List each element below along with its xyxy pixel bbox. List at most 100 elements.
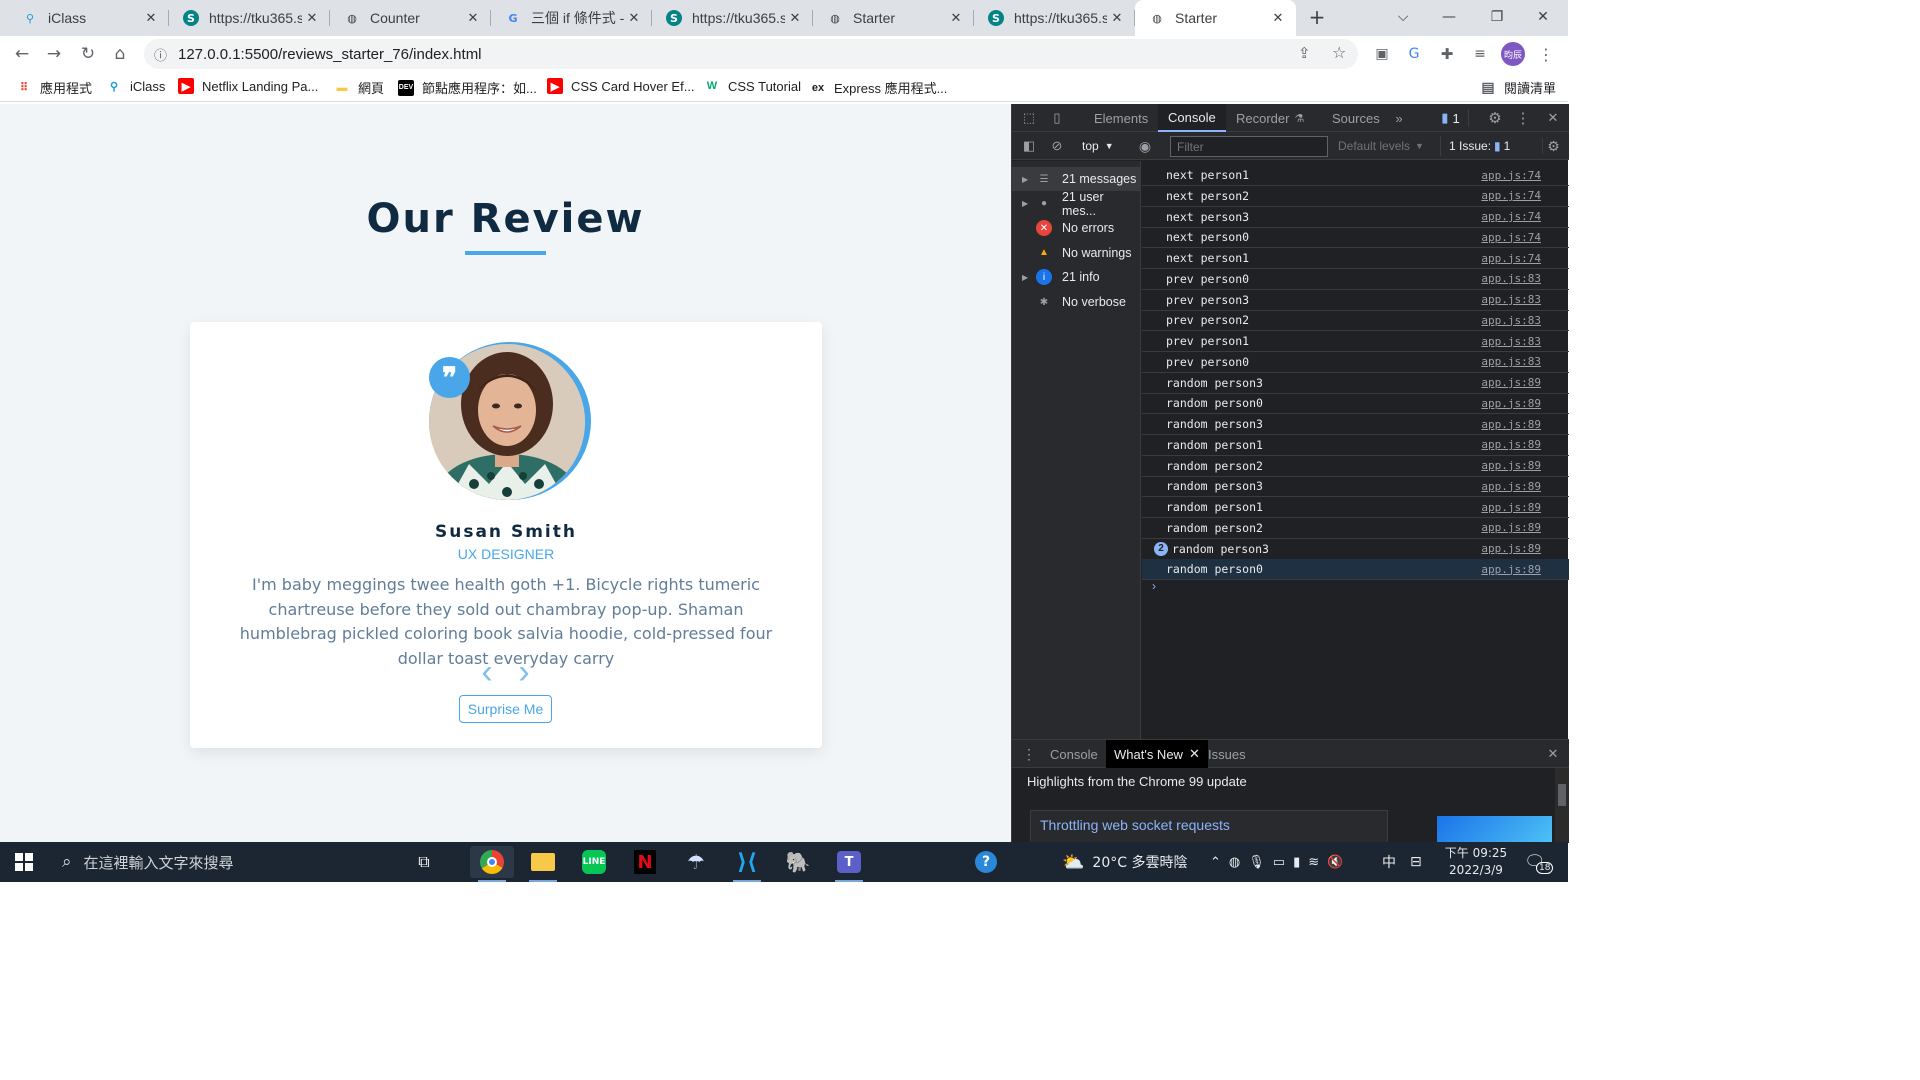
- browser-tab[interactable]: Shttps://tku365.sh ✕: [169, 0, 330, 36]
- issues-counter[interactable]: 1 Issue: ▮ 1: [1440, 136, 1510, 156]
- system-tray-icons[interactable]: ⌃ ◍ 🎙 ▭ ▮ ≋ 🔇: [1210, 842, 1351, 882]
- settings-gear-icon[interactable]: ⚙: [1486, 110, 1504, 127]
- console-message[interactable]: prev person0 app.js:83: [1142, 352, 1569, 373]
- browser-tab[interactable]: ◍ Starter ✕: [813, 0, 974, 36]
- drawer-tab-whats-new[interactable]: What's New ✕: [1106, 740, 1208, 768]
- console-message[interactable]: random person1 app.js:89: [1142, 497, 1569, 518]
- new-tab-button[interactable]: +: [1294, 0, 1340, 34]
- help-icon[interactable]: ?: [964, 846, 1008, 878]
- reading-list-button[interactable]: ▤ 閱讀清單: [1480, 78, 1556, 97]
- ime-indicator[interactable]: 中: [1382, 842, 1396, 882]
- console-sidebar-item[interactable]: ✱ No verbose: [1012, 290, 1141, 314]
- source-link[interactable]: app.js:74: [1481, 252, 1541, 265]
- source-link[interactable]: app.js:74: [1481, 189, 1541, 202]
- console-message[interactable]: random person2 app.js:89: [1142, 518, 1569, 539]
- browser-tab[interactable]: ◍ Counter ✕: [330, 0, 491, 36]
- console-message[interactable]: next person0 app.js:74: [1142, 227, 1569, 249]
- source-link[interactable]: app.js:89: [1481, 521, 1541, 534]
- source-link[interactable]: app.js:89: [1481, 480, 1541, 493]
- source-link[interactable]: app.js:89: [1481, 563, 1541, 576]
- bookmark-item[interactable]: W CSS Tutorial: [704, 78, 801, 94]
- task-view-icon[interactable]: ⧉: [402, 846, 446, 878]
- source-link[interactable]: app.js:83: [1481, 335, 1541, 348]
- drawer-tab-console[interactable]: Console: [1042, 740, 1106, 768]
- bookmark-item[interactable]: ⚲ iClass: [106, 78, 165, 94]
- translate-icon[interactable]: G: [1400, 40, 1428, 68]
- microphone-icon[interactable]: 🎙: [1248, 855, 1273, 870]
- surprise-me-button[interactable]: Surprise Me: [459, 695, 552, 723]
- devtools-tab-sources[interactable]: Sources: [1322, 104, 1390, 132]
- bookmark-item[interactable]: ▶ CSS Card Hover Ef...: [547, 78, 695, 94]
- source-link[interactable]: app.js:89: [1481, 376, 1541, 389]
- extensions-puzzle-icon[interactable]: ✚: [1433, 40, 1461, 68]
- console-message[interactable]: prev person1 app.js:83: [1142, 331, 1569, 352]
- bookmark-item[interactable]: ex Express 應用程式...: [810, 78, 948, 97]
- notifications-button[interactable]: 🗨 18: [1524, 842, 1554, 882]
- devtools-tab-elements[interactable]: Elements: [1084, 104, 1158, 132]
- chrome-taskbar-icon[interactable]: [470, 846, 514, 882]
- postgresql-icon[interactable]: 🐘: [776, 846, 820, 878]
- drawer-menu-icon[interactable]: ⋮: [1022, 746, 1036, 762]
- profile-avatar[interactable]: 昀辰: [1499, 40, 1527, 68]
- browser-tab[interactable]: G 三個 if 條件式 - G✕: [491, 0, 652, 36]
- bookmark-item[interactable]: ⠿ 應用程式: [16, 78, 92, 97]
- source-link[interactable]: app.js:89: [1481, 459, 1541, 472]
- source-link[interactable]: app.js:83: [1481, 293, 1541, 306]
- next-button[interactable]: ›: [513, 655, 535, 689]
- wifi-icon[interactable]: ≋: [1308, 855, 1327, 870]
- devtools-tab-console[interactable]: Console: [1158, 104, 1226, 132]
- file-explorer-icon[interactable]: [521, 846, 565, 882]
- close-tab-icon[interactable]: ✕: [624, 11, 644, 26]
- volume-muted-icon[interactable]: 🔇: [1327, 855, 1351, 870]
- context-selector[interactable]: top ▼: [1082, 138, 1114, 154]
- restore-button[interactable]: ❐: [1474, 0, 1520, 34]
- browser-tab[interactable]: Shttps://tku365.sh ✕: [652, 0, 813, 36]
- teams-icon[interactable]: T: [827, 846, 871, 882]
- devtools-menu-icon[interactable]: ⋮: [1514, 110, 1532, 127]
- vscode-icon[interactable]: ⟩⟨: [725, 846, 769, 882]
- bookmark-star-icon[interactable]: ☆: [1332, 43, 1346, 62]
- close-tab-icon[interactable]: ✕: [302, 11, 322, 26]
- console-message[interactable]: next person3 app.js:74: [1142, 207, 1569, 228]
- display-icon[interactable]: ▭: [1273, 855, 1293, 870]
- close-tab-icon[interactable]: ✕: [785, 11, 805, 26]
- bookmark-item[interactable]: DEV 節點應用程序：如...: [398, 78, 537, 97]
- url-text[interactable]: 127.0.0.1:5500/reviews_starter_76/index.…: [178, 46, 482, 63]
- console-message[interactable]: next person1 app.js:74: [1142, 165, 1569, 186]
- bookmark-item[interactable]: ▶ Netflix Landing Pa...: [178, 78, 318, 94]
- drawer-scrollbar[interactable]: [1555, 768, 1569, 843]
- clear-console-icon[interactable]: ⊘: [1048, 138, 1066, 154]
- source-link[interactable]: app.js:74: [1481, 231, 1541, 244]
- media-control-icon[interactable]: ≡: [1466, 40, 1494, 68]
- drawer-tab-issues[interactable]: Issues: [1200, 740, 1254, 768]
- home-button[interactable]: ⌂: [106, 40, 134, 68]
- console-sidebar-item[interactable]: ▶ i 21 info: [1012, 265, 1141, 289]
- source-link[interactable]: app.js:89: [1481, 438, 1541, 451]
- console-message[interactable]: 2 random person3 app.js:89: [1142, 539, 1569, 560]
- console-message[interactable]: prev person3 app.js:83: [1142, 290, 1569, 311]
- bookmark-item[interactable]: ▬ 網頁: [334, 78, 385, 97]
- console-message[interactable]: random person3 app.js:89: [1142, 373, 1569, 394]
- close-devtools-icon[interactable]: ✕: [1544, 110, 1562, 126]
- weather-app-icon[interactable]: ☂: [674, 846, 718, 878]
- console-message[interactable]: prev person2 app.js:83: [1142, 310, 1569, 332]
- console-message[interactable]: random person3 app.js:89: [1142, 476, 1569, 498]
- site-info-icon[interactable]: ⓘ: [154, 45, 167, 64]
- address-bar[interactable]: ⓘ 127.0.0.1:5500/reviews_starter_76/inde…: [144, 39, 1358, 69]
- source-link[interactable]: app.js:89: [1481, 418, 1541, 431]
- taskbar-search[interactable]: ⌕ 在這裡輸入文字來搜尋: [48, 842, 448, 882]
- clock[interactable]: 下午 09:25 2022/3/9: [1440, 842, 1512, 882]
- console-message[interactable]: random person1 app.js:89: [1142, 435, 1569, 456]
- console-message[interactable]: random person3 app.js:89: [1142, 414, 1569, 435]
- source-link[interactable]: app.js:83: [1481, 272, 1541, 285]
- sidebar-toggle-icon[interactable]: ◧: [1020, 138, 1038, 154]
- console-message[interactable]: next person1 app.js:74: [1142, 248, 1569, 269]
- source-link[interactable]: app.js:83: [1481, 314, 1541, 327]
- close-tab-icon[interactable]: ✕: [1107, 11, 1127, 26]
- line-app-icon[interactable]: LINE: [572, 846, 616, 878]
- log-levels-dropdown[interactable]: Default levels ▼: [1338, 138, 1424, 154]
- console-prompt[interactable]: ›: [1152, 579, 1156, 593]
- menu-kebab-icon[interactable]: ⋮: [1532, 40, 1560, 68]
- minimize-button[interactable]: —: [1426, 0, 1472, 34]
- extension-icon[interactable]: ▣: [1368, 40, 1396, 68]
